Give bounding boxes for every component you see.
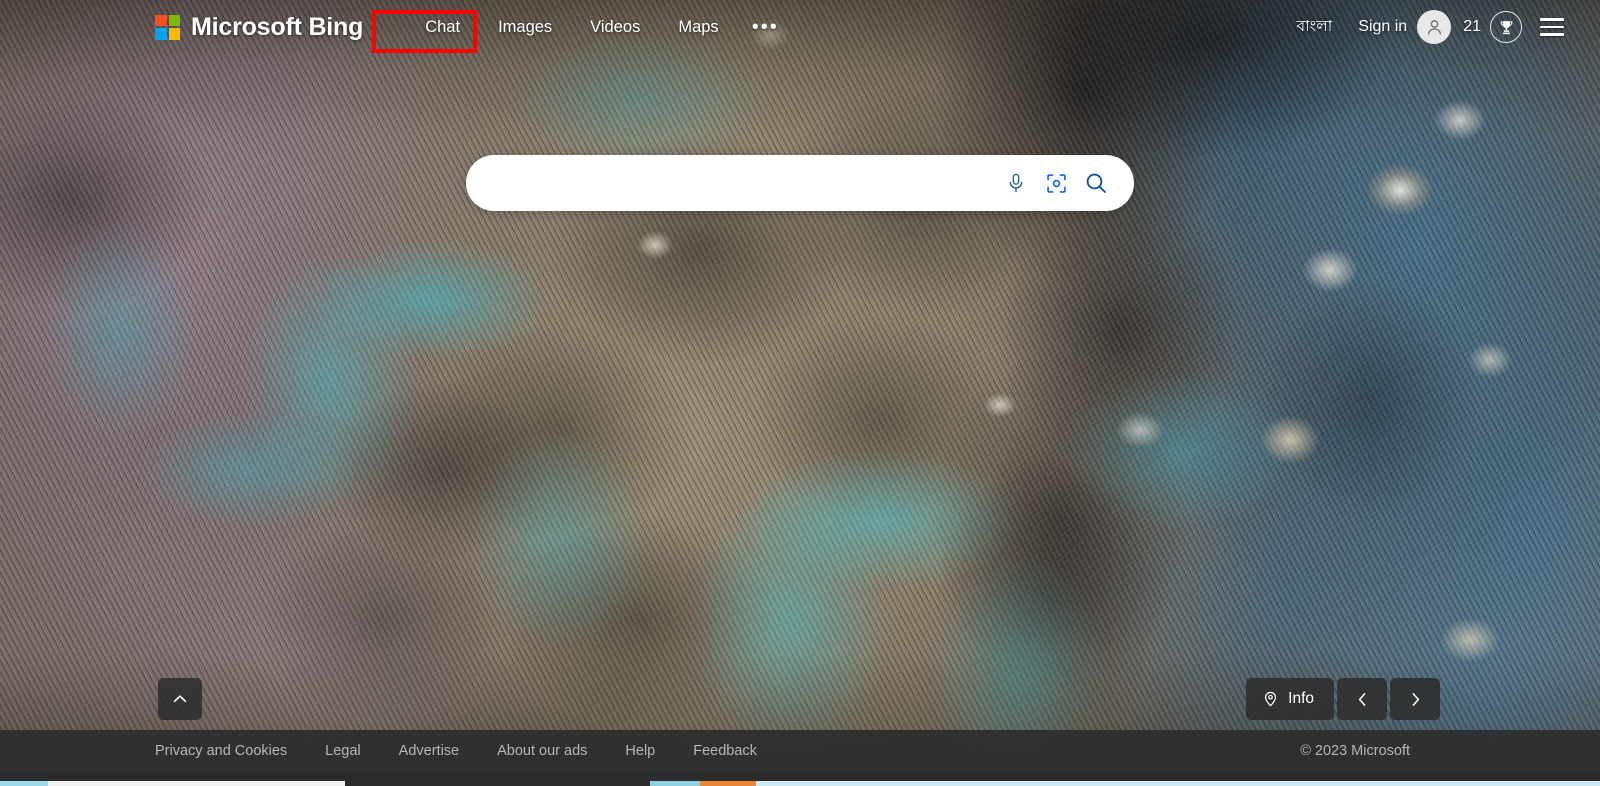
chevron-left-icon	[1358, 692, 1365, 706]
footer-link-feedback[interactable]: Feedback	[674, 743, 776, 759]
header-right-group: বাংলা Sign in 21	[1282, 10, 1580, 44]
chevron-up-icon	[173, 695, 187, 703]
bing-logo[interactable]: Microsoft Bing	[155, 13, 363, 42]
next-image-button[interactable]	[1390, 678, 1440, 720]
visual-search-button[interactable]	[1036, 163, 1076, 203]
nav-item-videos[interactable]: Videos	[571, 0, 659, 54]
strip-segment-0	[0, 781, 48, 786]
rewards-trophy-icon	[1500, 20, 1512, 34]
bottom-strip-segments	[0, 781, 1600, 786]
footer-links: Privacy and Cookies Legal Advertise Abou…	[155, 743, 776, 759]
hamburger-bar-2	[1540, 25, 1564, 29]
main-navigation: Chat Images Videos Maps •••	[406, 0, 793, 54]
microphone-icon	[1009, 173, 1023, 193]
strip-segment-4	[700, 781, 756, 786]
logo-square-green	[168, 14, 180, 26]
info-button[interactable]: Info	[1246, 678, 1334, 720]
rewards-button[interactable]	[1490, 11, 1522, 43]
scroll-up-button[interactable]	[158, 678, 202, 720]
strip-segment-3	[650, 781, 700, 786]
hamburger-bar-3	[1540, 33, 1564, 36]
info-label: Info	[1288, 690, 1314, 707]
page-footer: Privacy and Cookies Legal Advertise Abou…	[0, 730, 1600, 772]
search-icon	[1086, 173, 1106, 193]
logo-square-blue	[155, 28, 167, 40]
search-submit-button[interactable]	[1076, 163, 1116, 203]
search-area	[466, 155, 1134, 211]
search-box[interactable]	[466, 155, 1134, 211]
footer-link-help[interactable]: Help	[606, 743, 674, 759]
nav-more-menu[interactable]: •••	[738, 7, 793, 47]
language-selector[interactable]: বাংলা	[1282, 14, 1346, 40]
background-controls: Info	[1246, 678, 1440, 720]
search-input[interactable]	[492, 155, 996, 211]
location-pin-icon	[1265, 691, 1277, 707]
logo-square-yellow	[168, 28, 180, 40]
bottom-strip	[0, 772, 1600, 786]
hamburger-menu-icon[interactable]	[1538, 12, 1566, 41]
bing-homepage: Microsoft Bing Chat Images Videos Maps •…	[0, 0, 1600, 786]
footer-link-about-our-ads[interactable]: About our ads	[478, 743, 606, 759]
sign-in-link[interactable]: Sign in	[1346, 18, 1417, 36]
nav-item-images[interactable]: Images	[479, 0, 571, 54]
footer-link-legal[interactable]: Legal	[306, 743, 379, 759]
person-icon	[1427, 19, 1441, 34]
microphone-button[interactable]	[996, 163, 1036, 203]
footer-link-privacy[interactable]: Privacy and Cookies	[155, 743, 306, 759]
strip-segment-5	[756, 781, 1600, 786]
strip-segment-1	[48, 781, 345, 786]
copyright-text: © 2023 Microsoft	[1300, 743, 1410, 759]
strip-segment-2	[345, 781, 650, 786]
visual-search-icon	[1046, 173, 1066, 193]
hamburger-bar-1	[1540, 18, 1564, 21]
chevron-right-icon	[1412, 692, 1419, 706]
previous-image-button[interactable]	[1337, 678, 1387, 720]
rewards-points: 21	[1463, 18, 1481, 35]
page-header: Microsoft Bing Chat Images Videos Maps •…	[0, 0, 1600, 54]
background-image-mars-dunes	[0, 0, 1600, 772]
microsoft-logo-icon	[155, 14, 180, 40]
avatar[interactable]	[1417, 10, 1452, 44]
nav-item-chat[interactable]: Chat	[406, 0, 479, 54]
nav-item-maps[interactable]: Maps	[659, 0, 737, 54]
logo-text: Microsoft Bing	[191, 12, 364, 41]
bg-vignette	[0, 0, 1600, 772]
footer-link-advertise[interactable]: Advertise	[380, 743, 478, 759]
logo-square-orange	[155, 14, 167, 26]
